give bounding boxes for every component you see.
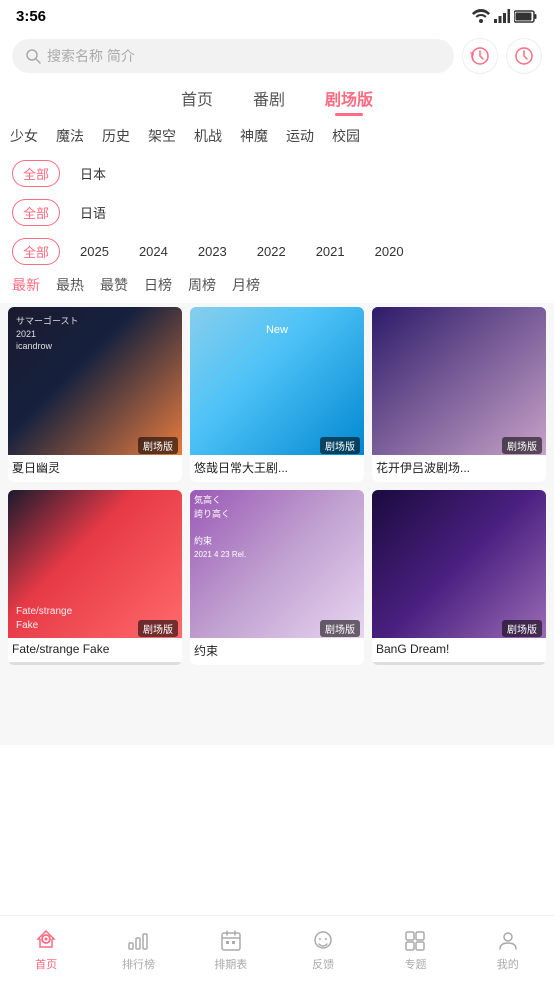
anime-overlay-2: New: [266, 323, 288, 338]
filter-year-2021[interactable]: 2021: [306, 241, 355, 262]
anime-badge-3: 剧场版: [502, 437, 542, 454]
filter-year-2023[interactable]: 2023: [188, 241, 237, 262]
bottom-nav-feedback-label: 反馈: [312, 956, 334, 972]
genre-history[interactable]: 历史: [102, 126, 130, 146]
anime-thumb-1: サマーゴースト2021icandrow: [8, 307, 182, 455]
bottom-nav-topic[interactable]: 专题: [369, 929, 461, 972]
bottom-nav-mine[interactable]: 我的: [462, 929, 554, 972]
filter-year-row: 全部 2025 2024 2023 2022 2021 2020: [0, 232, 554, 271]
genre-girl[interactable]: 少女: [10, 126, 38, 146]
filter-year-all[interactable]: 全部: [12, 238, 60, 265]
bottom-nav-home-label: 首页: [35, 956, 57, 972]
feedback-icon: [311, 929, 335, 953]
filter-region-row: 全部 日本: [0, 154, 554, 193]
anime-card-4[interactable]: Fate/strangeFake 剧场版 Fate/strange Fake: [8, 490, 182, 665]
anime-thumb-3: [372, 307, 546, 455]
anime-thumb-6: [372, 490, 546, 638]
nav-tabs: 首页 番剧 剧场版: [0, 80, 554, 118]
anime-card-5[interactable]: 気高く誇り高く約束2021 4 23 Rel. 剧场版 约束: [190, 490, 364, 665]
sort-monthly[interactable]: 月榜: [232, 275, 260, 295]
filter-year-2024[interactable]: 2024: [129, 241, 178, 262]
anime-card-3[interactable]: 剧场版 花开伊吕波剧场...: [372, 307, 546, 482]
genre-scroll[interactable]: 少女 魔法 历史 架空 机战 神魔 运动 校园: [0, 118, 554, 154]
filter-region-all[interactable]: 全部: [12, 160, 60, 187]
sort-row: 最新 最热 最赞 日榜 周榜 月榜: [0, 271, 554, 303]
history-btn[interactable]: [462, 38, 498, 74]
status-icons: [472, 9, 538, 23]
anime-overlay-5: 気高く誇り高く約束2021 4 23 Rel.: [194, 494, 246, 562]
search-actions: [462, 38, 542, 74]
status-time: 3:56: [16, 8, 46, 25]
anime-badge-2: 剧场版: [320, 437, 360, 454]
anime-thumb-2: New: [190, 307, 364, 455]
ranking-icon: [126, 929, 150, 953]
anime-badge-4: 剧场版: [138, 620, 178, 637]
clock-icon: [514, 46, 534, 66]
tab-series[interactable]: 番剧: [253, 86, 285, 116]
anime-thumb-5: 気高く誇り高く約束2021 4 23 Rel.: [190, 490, 364, 638]
history-icon: [470, 46, 490, 66]
anime-art-3: [372, 307, 546, 455]
anime-badge-5: 剧场版: [320, 620, 360, 637]
bottom-nav: 首页 排行榜 排期表 反馈: [0, 915, 554, 985]
search-icon: [26, 49, 41, 64]
signal-icon: [494, 9, 510, 23]
wifi-icon: [472, 9, 490, 23]
genre-sport[interactable]: 运动: [286, 126, 314, 146]
anime-title-2: 悠哉日常大王剧...: [190, 455, 364, 482]
tab-home[interactable]: 首页: [181, 86, 213, 116]
anime-overlay-1: サマーゴースト2021icandrow: [16, 315, 79, 353]
anime-title-1: 夏日幽灵: [8, 455, 182, 482]
genre-school[interactable]: 校园: [332, 126, 360, 146]
anime-title-3: 花开伊吕波剧场...: [372, 455, 546, 482]
genre-magic[interactable]: 魔法: [56, 126, 84, 146]
bottom-nav-home[interactable]: 首页: [0, 929, 92, 972]
anime-overlay-4: Fate/strangeFake: [16, 605, 72, 633]
filter-language-row: 全部 日语: [0, 193, 554, 232]
search-bar: 搜索名称 简介: [0, 32, 554, 80]
sort-hottest[interactable]: 最热: [56, 275, 84, 295]
bottom-nav-feedback[interactable]: 反馈: [277, 929, 369, 972]
bottom-nav-mine-label: 我的: [497, 956, 519, 972]
schedule-icon: [219, 929, 243, 953]
mine-icon: [496, 929, 520, 953]
sort-daily[interactable]: 日榜: [144, 275, 172, 295]
clock-btn[interactable]: [506, 38, 542, 74]
filter-year-2020[interactable]: 2020: [365, 241, 414, 262]
genre-fantasy[interactable]: 架空: [148, 126, 176, 146]
filter-year-2025[interactable]: 2025: [70, 241, 119, 262]
sort-weekly[interactable]: 周榜: [188, 275, 216, 295]
filter-year-2022[interactable]: 2022: [247, 241, 296, 262]
sort-newest[interactable]: 最新: [12, 275, 40, 295]
anime-thumb-4: Fate/strangeFake: [8, 490, 182, 638]
filter-lang-japanese[interactable]: 日语: [70, 200, 116, 225]
anime-badge-1: 剧场版: [138, 437, 178, 454]
anime-title-5: 约束: [190, 638, 364, 665]
tab-theater[interactable]: 剧场版: [325, 86, 373, 116]
status-bar: 3:56: [0, 0, 554, 32]
search-placeholder: 搜索名称 简介: [47, 46, 135, 66]
filter-lang-all[interactable]: 全部: [12, 199, 60, 226]
genre-deity[interactable]: 神魔: [240, 126, 268, 146]
bottom-nav-schedule-label: 排期表: [214, 956, 247, 972]
anime-title-4: Fate/strange Fake: [8, 638, 182, 662]
anime-title-6: BanG Dream!: [372, 638, 546, 662]
topic-icon: [403, 929, 427, 953]
filter-region-japan[interactable]: 日本: [70, 161, 116, 186]
anime-card-6[interactable]: 剧场版 BanG Dream!: [372, 490, 546, 665]
bottom-nav-ranking[interactable]: 排行榜: [92, 929, 184, 972]
anime-card-1[interactable]: サマーゴースト2021icandrow 剧场版 夏日幽灵: [8, 307, 182, 482]
anime-badge-6: 剧场版: [502, 620, 542, 637]
bottom-nav-topic-label: 专题: [404, 956, 426, 972]
genre-mech[interactable]: 机战: [194, 126, 222, 146]
battery-icon: [514, 10, 538, 23]
anime-card-2[interactable]: New 剧场版 悠哉日常大王剧...: [190, 307, 364, 482]
bottom-nav-ranking-label: 排行榜: [122, 956, 155, 972]
bottom-nav-schedule[interactable]: 排期表: [185, 929, 277, 972]
search-input-wrap[interactable]: 搜索名称 简介: [12, 39, 454, 73]
home-icon: [34, 929, 58, 953]
anime-grid: サマーゴースト2021icandrow 剧场版 夏日幽灵 New 剧场版 悠哉日…: [0, 303, 554, 745]
sort-best[interactable]: 最赞: [100, 275, 128, 295]
